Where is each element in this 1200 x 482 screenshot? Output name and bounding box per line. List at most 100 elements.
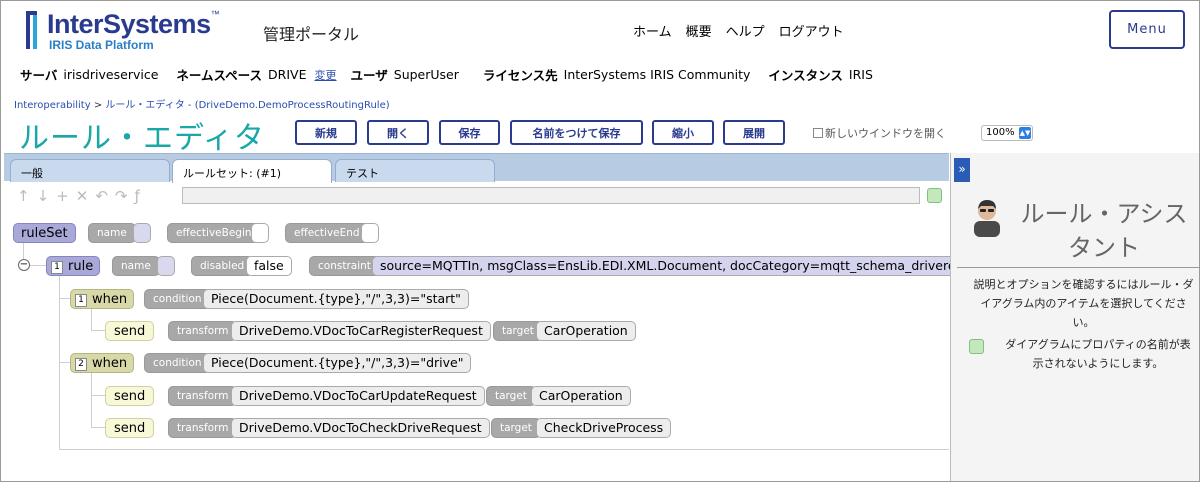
rule-constraint-value[interactable]: source=MQTTIn, msgClass=EnsLib.EDI.XML.D… [372, 256, 950, 276]
ruleset-node[interactable]: ruleSet [13, 223, 76, 243]
assistant-help-text: 説明とオプションを確認するにはルール・ダイアグラム内のアイテムを選択してください… [973, 278, 1194, 329]
when-condition-value[interactable]: Piece(Document.{type},"/",3,3)="start" [203, 289, 469, 309]
hide-property-names-box[interactable] [969, 339, 984, 354]
tree-line [59, 298, 70, 299]
new-window-label: 新しいウインドウを開く [825, 127, 946, 140]
send-transform-attr[interactable]: transform [168, 321, 238, 341]
rule-disabled-value[interactable]: false [246, 256, 292, 276]
select-arrows-icon: ▲▼ [1019, 127, 1031, 139]
rule-disabled-attr[interactable]: disabled [191, 256, 254, 276]
rule-label: rule [68, 259, 94, 274]
add-icon[interactable]: + [56, 187, 69, 205]
nav-about-link[interactable]: 概要 [686, 21, 712, 40]
tab-general[interactable]: 一般 [10, 159, 170, 182]
when-condition-attr[interactable]: condition [144, 353, 211, 373]
rule-tools: ↑ ↓ + ✕ ↶ ↷ ƒ [17, 187, 140, 205]
send-node[interactable]: send [105, 386, 155, 406]
rule-name-value[interactable] [157, 256, 175, 276]
send-transform-value[interactable]: DriveDemo.VDocToCheckDriveRequest [231, 418, 490, 438]
save-as-button[interactable]: 名前をつけて保存 [510, 120, 643, 145]
delete-icon[interactable]: ✕ [76, 187, 89, 205]
send-transform-attr[interactable]: transform [168, 418, 238, 438]
nav-logout-link[interactable]: ログアウト [779, 21, 844, 40]
license-value: InterSystems IRIS Community [563, 67, 751, 82]
server-value: irisdriveservice [63, 67, 159, 82]
instance-label: インスタンス [768, 68, 843, 83]
ruleset-effective-end-attr[interactable]: effectiveEnd [285, 223, 369, 243]
when-condition-value[interactable]: Piece(Document.{type},"/",3,3)="drive" [203, 353, 472, 373]
namespace-value: DRIVE [268, 67, 307, 82]
tab-ruleset[interactable]: ルールセット: (#1) [172, 159, 332, 183]
breadcrumb-current-link[interactable]: ルール・エディタ [105, 100, 184, 111]
menu-button[interactable]: Menu [1109, 10, 1185, 49]
user-value: SuperUser [393, 67, 459, 82]
when-node[interactable]: 2 when [70, 353, 135, 373]
send-target-attr[interactable]: target [486, 386, 536, 406]
when-condition-attr[interactable]: condition [144, 289, 211, 309]
undo-icon[interactable]: ↶ [95, 187, 108, 205]
move-up-icon[interactable]: ↑ [17, 187, 30, 205]
ruleset-effective-end-value[interactable] [361, 223, 379, 243]
editor-tabs: 一般 ルールセット: (#1) テスト [4, 153, 949, 183]
zoom-value: 100% [986, 127, 1015, 138]
send-node[interactable]: send [105, 321, 155, 341]
license-label: ライセンス先 [482, 68, 558, 83]
rule-name-attr[interactable]: name [112, 256, 160, 276]
send-transform-value[interactable]: DriveDemo.VDocToCarUpdateRequest [231, 386, 485, 406]
tree-line [91, 308, 92, 330]
assistant-title: ルール・アシスタント [1020, 200, 1188, 262]
send-target-value[interactable]: CheckDriveProcess [536, 418, 672, 438]
rule-node[interactable]: 1 rule [46, 256, 101, 276]
move-down-icon[interactable]: ↓ [37, 187, 50, 205]
send-transform-attr[interactable]: transform [168, 386, 238, 406]
breadcrumb-detail: - (DriveDemo.DemoProcessRoutingRule) [187, 100, 390, 111]
tree-line [91, 427, 105, 428]
send-node[interactable]: send [105, 418, 155, 438]
top-nav: ホーム 概要 ヘルプ ログアウト [633, 21, 844, 40]
new-window-option[interactable]: 新しいウインドウを開く [813, 125, 946, 141]
nav-help-link[interactable]: ヘルプ [726, 21, 765, 40]
tree-line [23, 242, 24, 260]
toggle-property-names-box[interactable] [927, 188, 942, 203]
ruleset-effective-begin-attr[interactable]: effectiveBegin [167, 223, 261, 243]
server-label: サーバ [20, 68, 58, 83]
when-node[interactable]: 1 when [70, 289, 135, 309]
collapse-icon[interactable]: − [18, 259, 30, 271]
nav-home-link[interactable]: ホーム [633, 21, 672, 40]
rule-assistant-panel: » ルール・アシスタント 説明とオプションを確認するにはルール・ダイアグラム内の… [950, 153, 1199, 481]
send-target-value[interactable]: CarOperation [531, 386, 631, 406]
tree-line [91, 395, 105, 396]
logo-subtitle: IRIS Data Platform [49, 38, 154, 52]
ruleset-name-attr[interactable]: name [88, 223, 136, 243]
logo-name: InterSystems™ [47, 9, 220, 39]
app-frame: InterSystems™ IRIS Data Platform 管理ポータル … [0, 0, 1200, 482]
new-window-checkbox[interactable] [813, 128, 823, 138]
new-button[interactable]: 新規 [295, 120, 357, 145]
assistant-avatar-icon [974, 200, 1000, 237]
ruleset-effective-begin-value[interactable] [251, 223, 269, 243]
ruleset-name-value[interactable] [133, 223, 151, 243]
send-target-value[interactable]: CarOperation [536, 321, 636, 341]
send-target-attr[interactable]: target [491, 418, 541, 438]
shrink-button[interactable]: 縮小 [652, 120, 714, 145]
collapse-panel-button[interactable]: » [954, 158, 970, 182]
zoom-select[interactable]: 100% ▲▼ [981, 125, 1033, 141]
intersystems-logo[interactable]: InterSystems™ IRIS Data Platform [25, 9, 225, 53]
namespace-label: ネームスペース [176, 68, 263, 83]
rule-expression-input[interactable] [182, 187, 920, 204]
tab-test[interactable]: テスト [335, 159, 495, 182]
expand-button[interactable]: 展開 [723, 120, 785, 145]
assistant-option-text: ダイアグラムにプロパティの名前が表示されないようにします。 [1005, 338, 1191, 370]
send-transform-value[interactable]: DriveDemo.VDocToCarRegisterRequest [231, 321, 491, 341]
info-bar: サーバ irisdriveservice ネームスペース DRIVE 変更 ユー… [20, 65, 873, 84]
redo-icon[interactable]: ↷ [115, 187, 128, 205]
save-button[interactable]: 保存 [439, 120, 500, 145]
portal-title: 管理ポータル [263, 25, 360, 44]
tree-line [91, 372, 92, 428]
function-icon[interactable]: ƒ [134, 187, 139, 205]
tree-line [91, 330, 105, 331]
change-namespace-link[interactable]: 変更 [315, 67, 337, 83]
rule-constraint-attr[interactable]: constraint [309, 256, 380, 276]
breadcrumb-interoperability-link[interactable]: Interoperability [14, 100, 91, 111]
open-button[interactable]: 開く [367, 120, 429, 145]
